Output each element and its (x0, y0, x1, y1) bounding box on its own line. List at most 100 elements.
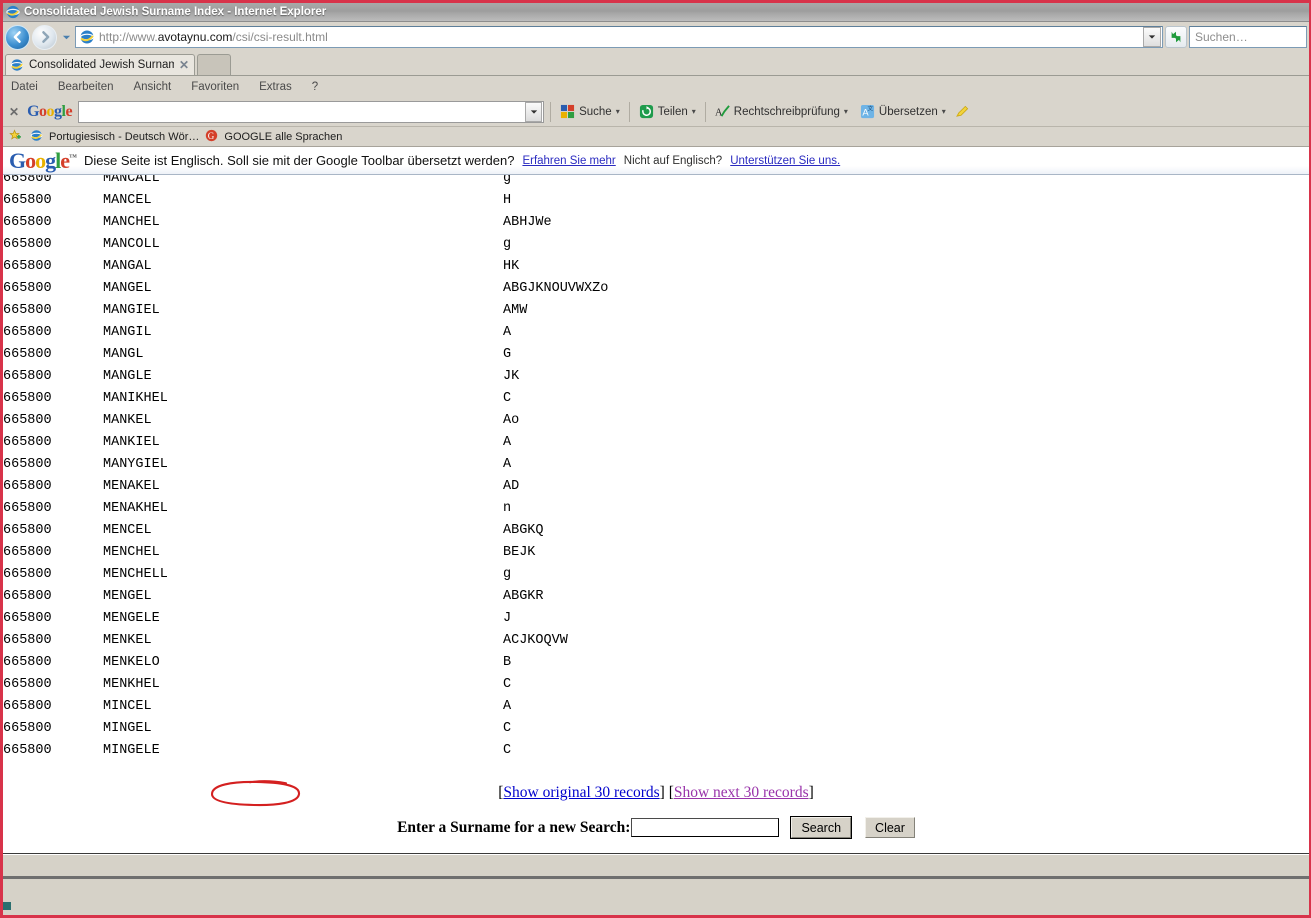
chevron-down-icon[interactable] (525, 101, 543, 122)
source-codes-cell: n (503, 501, 512, 516)
google-toolbar: ✕ Google Suche ▾ Teilen ▾ A Rechtschreib… (3, 97, 1309, 127)
table-row: 665800 MANKEL Ao (3, 410, 1309, 432)
browser-search-input[interactable]: Suchen… (1189, 26, 1307, 48)
google-logo: Google (27, 102, 73, 120)
surname-search-input[interactable] (631, 818, 780, 837)
refresh-icon[interactable] (1165, 26, 1187, 48)
back-arrow-icon[interactable] (5, 24, 30, 50)
surname-cell: MANGLE (103, 369, 152, 384)
tab-label: Consolidated Jewish Surnam… (29, 59, 174, 71)
google-uebersetzen-button[interactable]: A 文 Übersetzen ▾ (857, 102, 949, 121)
record-id-cell: 665800 (3, 325, 52, 340)
search-button[interactable]: Search (790, 816, 853, 839)
surname-cell: MINGEL (103, 721, 152, 736)
highlighter-pen-icon[interactable] (955, 104, 970, 119)
surname-results-table: 665800 MANCALL g 665800 MANCEL H 665800 MANCHEL… (3, 175, 1309, 762)
record-id-cell: 665800 (3, 611, 52, 626)
favorites-star-icon[interactable] (9, 129, 24, 144)
surname-cell: MANCOLL (103, 237, 160, 252)
source-codes-cell: Ao (503, 413, 520, 428)
close-icon[interactable]: ✕ (179, 59, 189, 71)
source-codes-cell: A (503, 699, 512, 714)
google-rechtschreibpruefung-label: Rechtschreibprüfung (733, 105, 840, 118)
table-row: 665800 MANKIEL A (3, 432, 1309, 454)
chevron-down-icon[interactable]: ▾ (942, 107, 946, 116)
source-codes-cell: A (503, 435, 512, 450)
source-codes-cell: A (503, 457, 512, 472)
forward-arrow-icon[interactable] (32, 24, 57, 50)
source-codes-cell: BEJK (503, 545, 536, 560)
surname-cell: MENCEL (103, 523, 152, 538)
surname-cell: MANCALL (103, 175, 160, 186)
show-next-records-link[interactable]: Show next 30 records (674, 784, 809, 801)
record-id-cell: 665800 (3, 237, 52, 252)
google-toolbar-search-input[interactable] (78, 100, 545, 123)
google-suche-button[interactable]: Suche ▾ (557, 102, 623, 121)
history-dropdown-icon[interactable] (59, 26, 73, 48)
surname-cell: MENCHEL (103, 545, 160, 560)
surname-cell: MANGL (103, 347, 144, 362)
surname-cell: MENGEL (103, 589, 152, 604)
table-row: 665800 MENKELO B (3, 652, 1309, 674)
new-tab-button[interactable] (197, 54, 232, 75)
source-codes-cell: H (503, 193, 512, 208)
address-input[interactable]: http://www.avotaynu.com/csi/csi-result.h… (75, 26, 1163, 48)
address-bar-row: http://www.avotaynu.com/csi/csi-result.h… (3, 22, 1309, 52)
surname-cell: MANKEL (103, 413, 152, 428)
page-content: 665800 MANCALL g 665800 MANCEL H 665800 MANCHEL… (3, 175, 1309, 853)
record-id-cell: 665800 (3, 303, 52, 318)
source-codes-cell: g (503, 567, 512, 582)
status-bar (3, 854, 1309, 876)
chevron-down-icon[interactable]: ▾ (616, 107, 620, 116)
source-codes-cell: ACJKOQVW (503, 633, 568, 648)
tab-consolidated-jewish-surname-index[interactable]: Consolidated Jewish Surnam… ✕ (5, 54, 196, 75)
table-row: 665800 MENKEL ACJKOQVW (3, 630, 1309, 652)
record-id-cell: 665800 (3, 259, 52, 274)
source-codes-cell: ABGKQ (503, 523, 544, 538)
chevron-down-icon[interactable]: ▾ (692, 107, 696, 116)
chevron-down-icon[interactable]: ▾ (844, 107, 848, 116)
menu-item-ansicht[interactable]: Ansicht (133, 81, 171, 93)
menu-item-extras[interactable]: Extras (259, 81, 292, 93)
google-rechtschreibpruefung-button[interactable]: A Rechtschreibprüfung ▾ (712, 102, 851, 121)
surname-cell: MANGAL (103, 259, 152, 274)
window-title: Consolidated Jewish Surname Index - Inte… (24, 6, 327, 18)
not-english-label: Nicht auf Englisch? (623, 154, 723, 167)
title-bar: Consolidated Jewish Surname Index - Inte… (3, 3, 1309, 22)
bookmark-portugiesisch-deutsch[interactable]: Portugiesisch - Deutsch Wör… (30, 129, 199, 144)
surname-cell: MANCHEL (103, 215, 160, 230)
table-row: 665800 MANCEL H (3, 190, 1309, 212)
clear-button[interactable]: Clear (865, 817, 915, 838)
learn-more-link[interactable]: Erfahren Sie mehr (522, 155, 615, 167)
menu-item-bearbeiten[interactable]: Bearbeiten (58, 81, 114, 93)
google-teilen-button[interactable]: Teilen ▾ (636, 102, 699, 121)
table-row: 665800 MENCHEL BEJK (3, 542, 1309, 564)
bracket-close: ] (659, 784, 665, 801)
table-row: 665800 MANGIL A (3, 322, 1309, 344)
google-colors-icon (560, 104, 575, 119)
close-icon[interactable]: ✕ (7, 105, 21, 119)
address-dropdown-icon[interactable] (1143, 27, 1161, 47)
ie-globe-icon (10, 58, 24, 72)
support-us-link[interactable]: Unterstützen Sie uns. (730, 155, 840, 167)
surname-cell: MANGEL (103, 281, 152, 296)
table-row: 665800 MANCHEL ABHJWe (3, 212, 1309, 234)
links-bar: Portugiesisch - Deutsch Wör… G GOOGLE al… (3, 127, 1309, 147)
source-codes-cell: g (503, 175, 512, 186)
table-row: 665800 MANCOLL g (3, 234, 1309, 256)
table-row: 665800 MANCALL g (3, 175, 1309, 190)
record-id-cell: 665800 (3, 699, 52, 714)
surname-cell: MANCEL (103, 193, 152, 208)
source-codes-cell: g (503, 237, 512, 252)
menu-item-help[interactable]: ? (312, 81, 318, 93)
record-id-cell: 665800 (3, 633, 52, 648)
record-id-cell: 665800 (3, 215, 52, 230)
record-id-cell: 665800 (3, 435, 52, 450)
show-original-records-link[interactable]: Show original 30 records (503, 784, 659, 801)
surname-cell: MINGELE (103, 743, 160, 758)
bookmark-google-alle-sprachen[interactable]: G GOOGLE alle Sprachen (205, 129, 342, 144)
record-id-cell: 665800 (3, 655, 52, 670)
surname-cell: MANKIEL (103, 435, 160, 450)
menu-item-favoriten[interactable]: Favoriten (191, 81, 239, 93)
menu-item-datei[interactable]: Datei (11, 81, 38, 93)
